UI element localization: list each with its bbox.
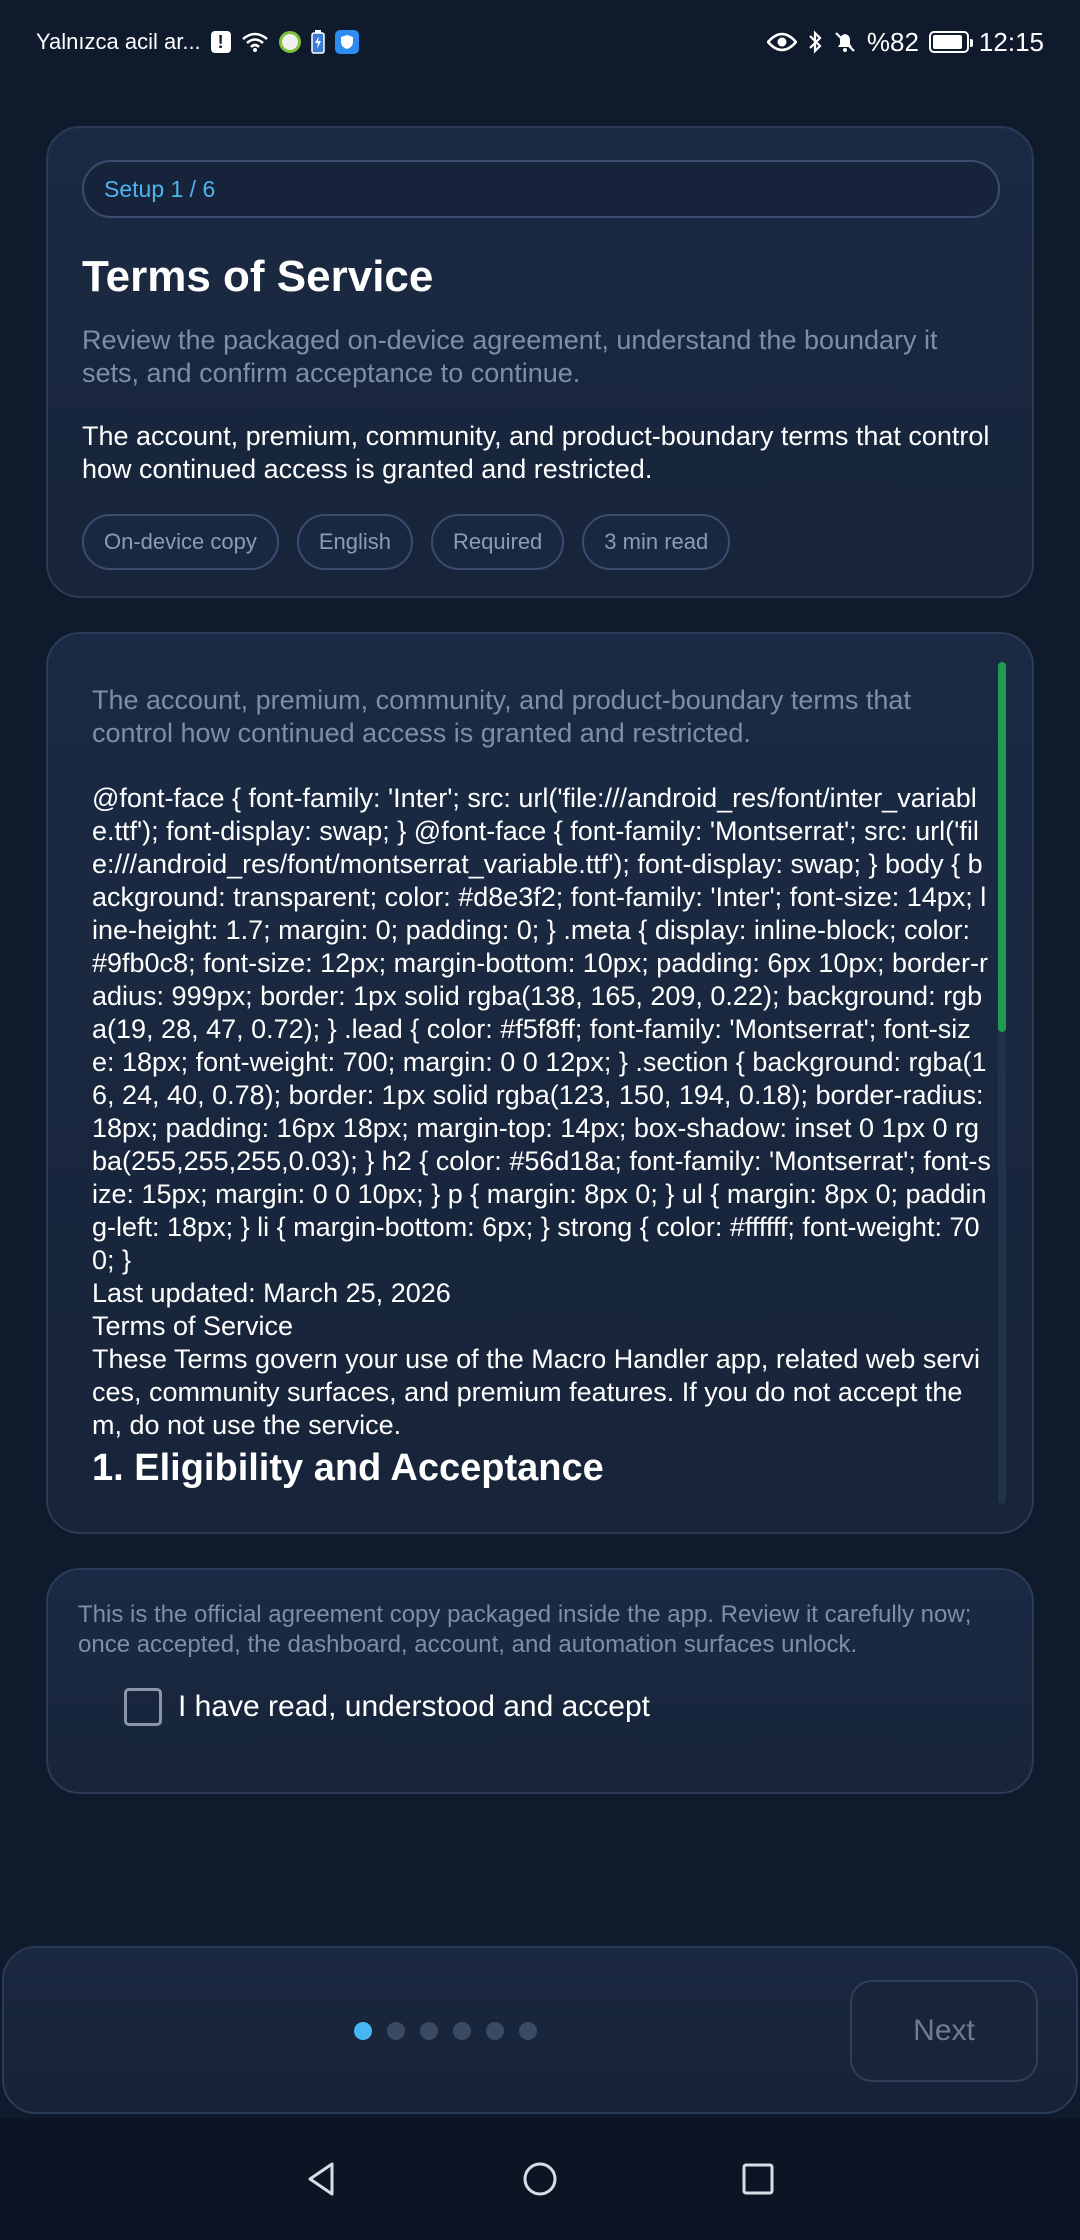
step-dot-2 [387,2022,405,2040]
terms-intro: The account, premium, community, and pro… [92,685,911,748]
clock: 12:15 [978,26,1044,57]
accept-note: This is the official agreement copy pack… [78,1601,972,1658]
step-indicator: Setup 1 / 6 [82,160,1000,218]
back-icon[interactable] [298,2155,346,2203]
chip-required: Required [431,514,565,570]
terms-scroll-view[interactable]: The account, premium, community, and pro… [92,684,992,1526]
app-notification-icon [278,31,301,53]
terms-doc-title: Terms of Service [92,1311,294,1341]
status-left: Yalnızca acil ar... ! [36,29,359,55]
step-dot-5 [486,2022,504,2040]
accept-row[interactable]: I have read, understood and accept [78,1688,1002,1726]
terms-section-heading: 1. Eligibility and Acceptance [92,1447,604,1489]
page-title: Terms of Service [82,252,434,301]
step-dot-1 [354,2022,372,2040]
header-card: Setup 1 / 6 Terms of Service Review the … [46,126,1034,598]
wifi-icon [241,31,269,53]
terms-last-updated: Last updated: March 25, 2026 [92,1278,451,1308]
carrier-text: Yalnızca acil ar... [36,29,201,54]
alert-icon: ! [210,31,231,53]
bottom-bar: Next [2,1946,1078,2114]
step-dot-4 [453,2022,471,2040]
chip-on-device: On-device copy [82,514,279,570]
accept-checkbox-label[interactable]: I have read, understood and accept [178,1690,650,1724]
battery-percent: %82 [866,26,919,57]
terms-body: @font-face { font-family: 'Inter'; src: … [92,782,992,1488]
home-icon[interactable] [516,2155,564,2203]
accept-card: This is the official agreement copy pack… [46,1568,1034,1794]
battery-icon [928,31,973,53]
mute-bell-icon [833,30,857,54]
terms-card: The account, premium, community, and pro… [46,632,1034,1534]
battery-fill [932,35,963,49]
system-nav-bar [0,2118,1080,2240]
chip-read-time: 3 min read [582,514,731,570]
scrollbar-thumb[interactable] [998,662,1006,1032]
page-lead: The account, premium, community, and pro… [82,421,990,484]
status-bar: Yalnızca acil ar... ! %82 12:15 [0,0,1080,84]
eye-icon [766,32,797,52]
recents-icon[interactable] [734,2155,782,2203]
next-button[interactable]: Next [850,1980,1038,2082]
step-dot-3 [420,2022,438,2040]
step-dots [354,2022,537,2040]
page-subtitle: Review the packaged on-device agreement,… [82,325,938,388]
step-dot-6 [519,2022,537,2040]
shield-icon [334,30,359,54]
battery-saver-icon [310,30,325,54]
status-right: %82 12:15 [766,26,1044,58]
terms-paragraph: These Terms govern your use of the Macro… [92,1344,980,1440]
bluetooth-icon [807,30,823,54]
meta-chips: On-device copy English Required 3 min re… [82,514,998,570]
scrollbar-track[interactable] [998,662,1006,1504]
chip-language: English [296,514,414,570]
terms-css-text: @font-face { font-family: 'Inter'; src: … [92,783,991,1275]
accept-checkbox[interactable] [124,1688,162,1726]
